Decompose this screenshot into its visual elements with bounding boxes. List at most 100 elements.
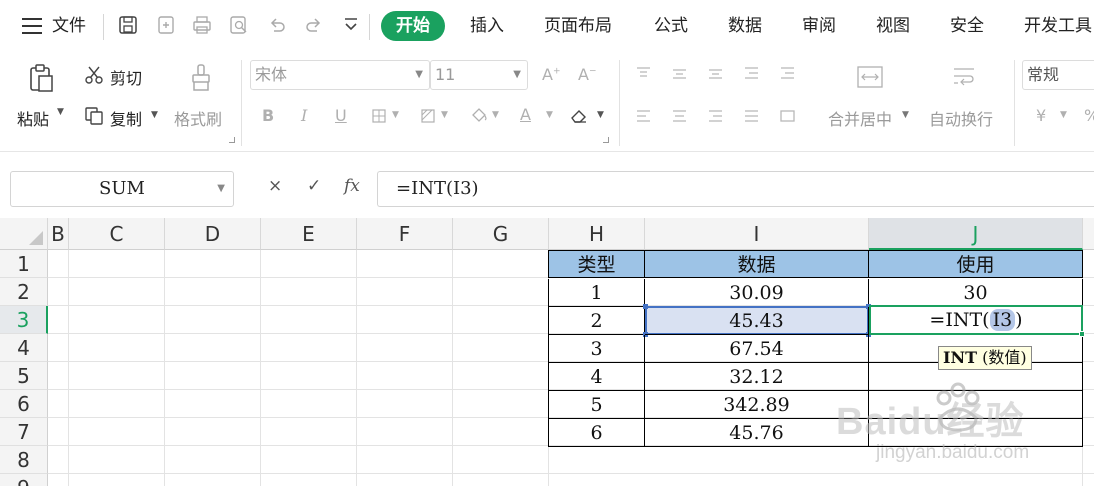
table-cell-type[interactable]: 6 bbox=[548, 419, 645, 447]
table-cell-value[interactable]: 30.09 bbox=[645, 279, 869, 307]
number-format-select[interactable]: 常规 bbox=[1022, 60, 1094, 90]
copy-dropdown-icon[interactable]: ▼ bbox=[151, 110, 158, 120]
column-header-j[interactable]: J bbox=[869, 218, 1083, 250]
chevron-down-icon[interactable]: ▼ bbox=[546, 110, 553, 120]
table-cell-type[interactable]: 4 bbox=[548, 363, 645, 391]
print-preview-icon[interactable] bbox=[230, 16, 250, 36]
cancel-icon[interactable]: × bbox=[268, 176, 282, 196]
wrap-text-button[interactable]: 自动换行 bbox=[929, 106, 993, 130]
column-header-b[interactable]: B bbox=[48, 218, 69, 250]
row-header-9[interactable]: 9 bbox=[0, 474, 48, 486]
row-header-6[interactable]: 6 bbox=[0, 390, 48, 418]
enter-icon[interactable]: ✓ bbox=[307, 176, 321, 196]
chevron-down-icon[interactable]: ▼ bbox=[441, 110, 448, 120]
active-cell[interactable] bbox=[869, 305, 1085, 337]
fill-color-icon[interactable] bbox=[470, 107, 488, 123]
column-header-g[interactable]: G bbox=[453, 218, 549, 250]
table-cell-value[interactable]: 67.54 bbox=[645, 335, 869, 363]
redo-icon[interactable] bbox=[305, 16, 325, 36]
column-header-k[interactable] bbox=[1083, 218, 1094, 250]
file-menu[interactable]: 文件 bbox=[52, 0, 86, 52]
font-name-select[interactable]: 宋体 ▼ bbox=[250, 60, 430, 90]
tab-insert[interactable]: 插入 bbox=[470, 0, 504, 52]
bold-icon[interactable]: B bbox=[262, 106, 274, 125]
paste-icon[interactable] bbox=[28, 64, 54, 92]
increase-font-icon[interactable]: A+ bbox=[542, 65, 561, 84]
undo-icon[interactable] bbox=[268, 16, 288, 36]
tab-formulas[interactable]: 公式 bbox=[654, 0, 688, 52]
borders-icon[interactable] bbox=[372, 109, 386, 123]
percent-icon[interactable]: % bbox=[1084, 106, 1094, 125]
print-icon[interactable] bbox=[193, 16, 213, 36]
column-header-h[interactable]: H bbox=[549, 218, 645, 250]
column-header-c[interactable]: C bbox=[69, 218, 165, 250]
table-cell-use[interactable] bbox=[869, 419, 1083, 447]
tab-security[interactable]: 安全 bbox=[950, 0, 984, 52]
chevron-down-icon[interactable]: ▼ bbox=[1060, 110, 1067, 120]
tab-developer[interactable]: 开发工具 bbox=[1024, 0, 1092, 52]
name-box[interactable]: SUM ▼ bbox=[10, 171, 234, 207]
chevron-down-icon[interactable]: ▼ bbox=[392, 110, 399, 120]
column-header-d[interactable]: D bbox=[165, 218, 261, 250]
copy-icon[interactable] bbox=[85, 107, 103, 125]
fill-handle[interactable] bbox=[1079, 331, 1085, 337]
customize-toolbar-icon[interactable] bbox=[343, 16, 363, 36]
cut-button[interactable]: 剪切 bbox=[110, 65, 142, 89]
table-cell-type[interactable]: 2 bbox=[548, 307, 645, 335]
tab-home[interactable]: 开始 bbox=[381, 11, 445, 41]
row-header-8[interactable]: 8 bbox=[0, 446, 48, 474]
table-header-type[interactable]: 类型 bbox=[548, 250, 645, 278]
currency-icon[interactable]: ¥ bbox=[1036, 106, 1046, 125]
format-painter-icon[interactable] bbox=[190, 64, 212, 92]
table-cell-type[interactable]: 3 bbox=[548, 335, 645, 363]
table-cell-type[interactable]: 1 bbox=[548, 279, 645, 307]
table-cell-value[interactable]: 45.76 bbox=[645, 419, 869, 447]
format-painter-button[interactable]: 格式刷 bbox=[174, 106, 222, 130]
hamburger-icon[interactable] bbox=[22, 17, 42, 37]
row-header-1[interactable]: 1 bbox=[0, 250, 48, 278]
tab-page-layout[interactable]: 页面布局 bbox=[544, 0, 612, 52]
eraser-icon[interactable] bbox=[570, 108, 588, 124]
select-all-button[interactable] bbox=[0, 218, 48, 250]
table-cell-type[interactable]: 5 bbox=[548, 391, 645, 419]
merge-dropdown-icon[interactable]: ▼ bbox=[902, 110, 909, 120]
row-header-4[interactable]: 4 bbox=[0, 334, 48, 362]
clipboard-dialog-launcher[interactable] bbox=[229, 137, 235, 143]
table-cell-value[interactable]: 45.43 bbox=[645, 307, 869, 335]
horizontal-align-icons[interactable] bbox=[636, 109, 796, 123]
insert-function-icon[interactable]: fx bbox=[344, 176, 360, 196]
formula-input[interactable]: =INT(I3) bbox=[377, 171, 1094, 207]
row-header-5[interactable]: 5 bbox=[0, 362, 48, 390]
vertical-align-icons[interactable] bbox=[636, 66, 796, 80]
wrap-text-icon[interactable] bbox=[952, 66, 976, 88]
table-cell-use[interactable]: 30 bbox=[869, 279, 1083, 307]
merge-center-icon[interactable] bbox=[857, 66, 883, 88]
row-header-7[interactable]: 7 bbox=[0, 418, 48, 446]
row-header-2[interactable]: 2 bbox=[0, 278, 48, 306]
function-tooltip[interactable]: INT (数值) bbox=[938, 346, 1032, 370]
tab-view[interactable]: 视图 bbox=[876, 0, 910, 52]
chevron-down-icon[interactable]: ▼ bbox=[597, 110, 604, 120]
font-size-select[interactable]: 11 ▼ bbox=[430, 60, 528, 90]
chevron-down-icon[interactable]: ▼ bbox=[492, 110, 499, 120]
column-header-e[interactable]: E bbox=[261, 218, 357, 250]
decrease-font-icon[interactable]: A− bbox=[578, 65, 597, 84]
export-icon[interactable] bbox=[157, 16, 177, 36]
row-header-3[interactable]: 3 bbox=[0, 306, 48, 334]
save-icon[interactable] bbox=[119, 16, 139, 36]
table-cell-value[interactable]: 342.89 bbox=[645, 391, 869, 419]
font-color-icon[interactable]: A bbox=[520, 105, 531, 124]
column-header-f[interactable]: F bbox=[357, 218, 453, 250]
scissors-icon[interactable] bbox=[85, 66, 103, 84]
merge-center-button[interactable]: 合并居中 bbox=[828, 106, 892, 130]
table-cell-value[interactable]: 32.12 bbox=[645, 363, 869, 391]
column-header-i[interactable]: I bbox=[645, 218, 869, 250]
cell-style-icon[interactable] bbox=[421, 109, 435, 123]
tab-data[interactable]: 数据 bbox=[728, 0, 762, 52]
underline-icon[interactable]: U bbox=[335, 106, 347, 125]
copy-button[interactable]: 复制 bbox=[110, 106, 142, 130]
paste-button[interactable]: 粘贴 bbox=[17, 106, 49, 130]
tab-review[interactable]: 审阅 bbox=[802, 0, 836, 52]
paste-dropdown-icon[interactable]: ▼ bbox=[57, 107, 64, 117]
table-cell-use[interactable] bbox=[869, 391, 1083, 419]
